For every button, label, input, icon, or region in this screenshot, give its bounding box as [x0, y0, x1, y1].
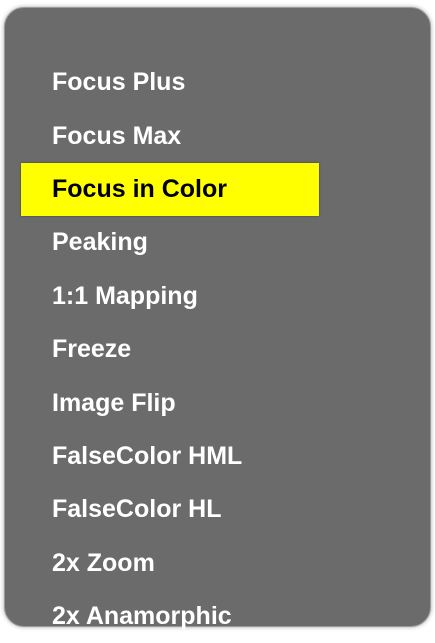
menu-item-peaking[interactable]: Peaking: [5, 216, 430, 269]
menu-item-falsecolor-hml[interactable]: FalseColor HML: [5, 430, 430, 483]
menu-item-label: Peaking: [52, 228, 148, 257]
menu-item-label: Focus Plus: [52, 68, 186, 97]
menu-panel: Focus Plus Focus Max Focus in Color Peak…: [4, 7, 431, 630]
menu-item-falsecolor-hl[interactable]: FalseColor HL: [5, 483, 430, 536]
menu-item-label: 2x Zoom: [52, 548, 155, 577]
menu-item-label: 1:1 Mapping: [52, 281, 198, 310]
menu-item-focus-max[interactable]: Focus Max: [5, 109, 430, 162]
menu-list: Focus Plus Focus Max Focus in Color Peak…: [5, 56, 430, 643]
menu-item-label: FalseColor HL: [52, 495, 222, 524]
menu-item-label: Focus Max: [52, 121, 182, 150]
menu-item-2x-zoom[interactable]: 2x Zoom: [5, 537, 430, 590]
menu-item-label: Focus in Color: [52, 174, 227, 203]
menu-item-label: 2x Anamorphic: [52, 602, 232, 631]
menu-item-label: Image Flip: [52, 388, 176, 417]
menu-item-label: Freeze: [52, 335, 132, 364]
menu-item-2x-anamorphic[interactable]: 2x Anamorphic: [5, 590, 430, 643]
menu-item-label: FalseColor HML: [52, 441, 243, 470]
menu-item-1-1-mapping[interactable]: 1:1 Mapping: [5, 270, 430, 323]
menu-item-focus-plus[interactable]: Focus Plus: [5, 56, 430, 109]
menu-item-focus-in-color[interactable]: Focus in Color: [21, 162, 319, 217]
menu-item-freeze[interactable]: Freeze: [5, 323, 430, 376]
menu-item-image-flip[interactable]: Image Flip: [5, 376, 430, 429]
